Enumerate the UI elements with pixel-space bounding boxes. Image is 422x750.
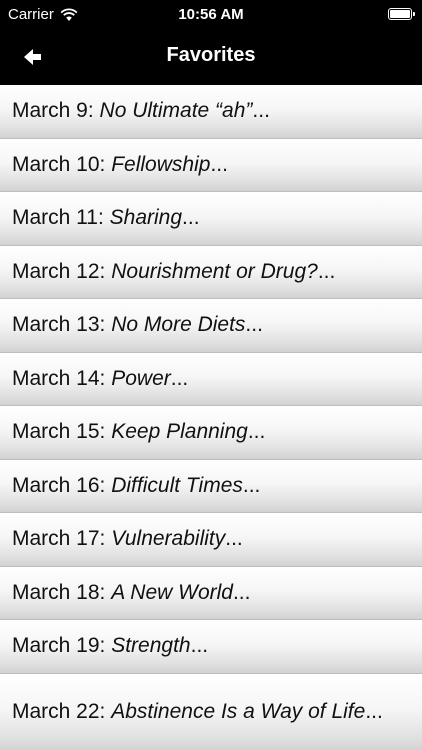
item-date: March 10: bbox=[12, 152, 112, 176]
status-time: 10:56 AM bbox=[178, 6, 244, 23]
item-ellipsis: ... bbox=[210, 152, 228, 176]
item-ellipsis: ... bbox=[225, 527, 243, 551]
item-ellipsis: ... bbox=[365, 700, 383, 723]
item-title: Sharing bbox=[109, 206, 183, 230]
list-item-text: March 19: Strength... bbox=[12, 633, 208, 659]
battery-tip bbox=[413, 12, 415, 16]
item-date: March 18: bbox=[12, 580, 112, 604]
list-item-text: March 13: No More Diets... bbox=[12, 312, 263, 338]
item-ellipsis: ... bbox=[245, 313, 263, 337]
item-date: March 22: bbox=[12, 700, 112, 723]
item-date: March 11: bbox=[12, 206, 110, 230]
list-item-text: March 11: Sharing... bbox=[12, 205, 200, 231]
item-ellipsis: ... bbox=[317, 259, 336, 283]
list-item-text: March 22: Abstinence Is a Way of Life... bbox=[12, 699, 383, 725]
item-date: March 17: bbox=[12, 527, 112, 551]
list-item[interactable]: March 14: Power... bbox=[0, 352, 422, 406]
item-date: March 14: bbox=[12, 366, 112, 390]
list-item-text: March 10: Fellowship... bbox=[12, 152, 228, 178]
item-title: Fellowship bbox=[111, 152, 211, 176]
item-title: A New World bbox=[111, 580, 233, 604]
list-item[interactable]: March 22: Abstinence Is a Way of Life... bbox=[0, 673, 422, 750]
list-item[interactable]: March 17: Vulnerability... bbox=[0, 513, 422, 567]
battery-level bbox=[390, 10, 410, 18]
list-item[interactable]: March 11: Sharing... bbox=[0, 192, 422, 246]
page-title: Favorites bbox=[166, 44, 256, 66]
item-ellipsis: ... bbox=[247, 420, 266, 444]
list-item[interactable]: March 15: Keep Planning... bbox=[0, 406, 422, 460]
item-title: No Ultimate “ah” bbox=[99, 99, 253, 123]
item-ellipsis: ... bbox=[190, 634, 209, 658]
item-ellipsis: ... bbox=[232, 580, 251, 604]
item-ellipsis: ... bbox=[182, 206, 200, 230]
list-item-text: March 18: A New World... bbox=[12, 580, 250, 606]
item-title: Difficult Times bbox=[111, 473, 243, 497]
list-item-text: March 12: Nourishment or Drug?... bbox=[12, 259, 335, 285]
item-date: March 16: bbox=[12, 473, 112, 497]
item-ellipsis: ... bbox=[242, 473, 261, 497]
item-title: Keep Planning bbox=[111, 420, 248, 444]
list-item[interactable]: March 16: Difficult Times... bbox=[0, 459, 422, 513]
navigation-bar: Favorites bbox=[0, 30, 422, 85]
item-title: Power bbox=[111, 366, 171, 390]
list-item-text: March 15: Keep Planning... bbox=[12, 419, 265, 445]
status-bar: Carrier 10:56 AM bbox=[0, 0, 422, 30]
item-title: Nourishment or Drug? bbox=[111, 259, 318, 283]
item-date: March 9: bbox=[12, 99, 100, 123]
item-title: Abstinence Is a Way of Life bbox=[111, 700, 366, 723]
item-date: March 13: bbox=[12, 313, 112, 337]
item-title: No More Diets bbox=[111, 313, 246, 337]
list-item[interactable]: March 12: Nourishment or Drug?... bbox=[0, 245, 422, 299]
item-ellipsis: ... bbox=[170, 366, 189, 390]
list-item[interactable]: March 13: No More Diets... bbox=[0, 299, 422, 353]
favorites-list: March 9: No Ultimate “ah”... March 10: F… bbox=[0, 85, 422, 750]
list-item-text: March 14: Power... bbox=[12, 366, 188, 392]
battery-icon bbox=[388, 8, 412, 20]
item-date: March 19: bbox=[12, 634, 112, 658]
list-item-text: March 17: Vulnerability... bbox=[12, 526, 243, 552]
item-title: Vulnerability bbox=[111, 527, 226, 551]
list-item[interactable]: March 19: Strength... bbox=[0, 620, 422, 674]
item-title: Strength bbox=[111, 634, 191, 658]
list-item-text: March 16: Difficult Times... bbox=[12, 473, 260, 499]
list-item[interactable]: March 9: No Ultimate “ah”... bbox=[0, 85, 422, 139]
item-date: March 12: bbox=[12, 259, 112, 283]
list-item[interactable]: March 10: Fellowship... bbox=[0, 138, 422, 192]
item-date: March 15: bbox=[12, 420, 112, 444]
list-item[interactable]: March 18: A New World... bbox=[0, 566, 422, 620]
list-item-text: March 9: No Ultimate “ah”... bbox=[12, 98, 270, 124]
item-ellipsis: ... bbox=[252, 99, 270, 123]
